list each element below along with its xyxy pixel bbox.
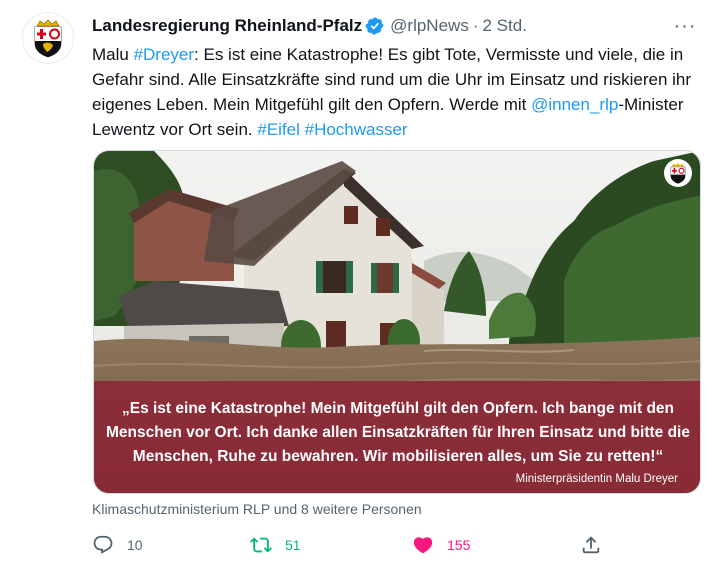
- like-button[interactable]: 155: [412, 530, 470, 560]
- quote-attribution: Ministerpräsidentin Malu Dreyer: [515, 473, 678, 485]
- coat-of-arms-icon: [34, 19, 62, 58]
- mention-innen-rlp[interactable]: @innen_rlp: [531, 95, 618, 114]
- reply-button[interactable]: 10: [92, 530, 143, 560]
- retweet-button[interactable]: 51: [250, 530, 301, 560]
- author-handle[interactable]: @rlpNews: [390, 16, 469, 36]
- coat-of-arms-badge: [664, 159, 692, 187]
- separator-dot: ·: [472, 16, 479, 35]
- author-name[interactable]: Landesregierung Rheinland-Pfalz: [92, 16, 362, 36]
- like-count: 155: [447, 537, 471, 553]
- avatar[interactable]: [22, 12, 74, 64]
- share-icon: [582, 536, 600, 554]
- more-icon: ···: [673, 14, 697, 37]
- quote-overlay: „Es ist eine Katastrophe! Mein Mitgefühl…: [94, 381, 700, 493]
- text-segment: Malu: [92, 45, 134, 64]
- tweet-text: Malu #Dreyer: Es ist eine Katastrophe! E…: [92, 42, 692, 142]
- retweet-icon: [250, 537, 272, 553]
- coat-of-arms-icon: [670, 163, 686, 184]
- quote-text: „Es ist eine Katastrophe! Mein Mitgefühl…: [106, 400, 690, 465]
- hashtag-hochwasser[interactable]: #Hochwasser: [305, 120, 408, 139]
- hashtag-eifel[interactable]: #Eifel: [257, 120, 300, 139]
- tweet-timestamp[interactable]: 2 Std.: [483, 16, 527, 36]
- share-button[interactable]: [580, 530, 602, 560]
- more-options-button[interactable]: ···: [673, 14, 697, 38]
- verified-badge-icon: [365, 17, 384, 35]
- reply-icon: [93, 535, 113, 554]
- retweet-count: 51: [285, 537, 301, 553]
- hashtag-dreyer[interactable]: #Dreyer: [134, 45, 194, 64]
- action-bar: 10 51 155: [92, 530, 612, 560]
- tweet-media-image[interactable]: „Es ist eine Katastrophe! Mein Mitgefühl…: [93, 150, 701, 494]
- social-context[interactable]: Klimaschutzministerium RLP und 8 weitere…: [92, 501, 422, 517]
- reply-count: 10: [127, 537, 143, 553]
- tweet[interactable]: Landesregierung Rheinland-Pfalz @rlpNews…: [0, 0, 717, 570]
- heart-icon: [413, 537, 433, 554]
